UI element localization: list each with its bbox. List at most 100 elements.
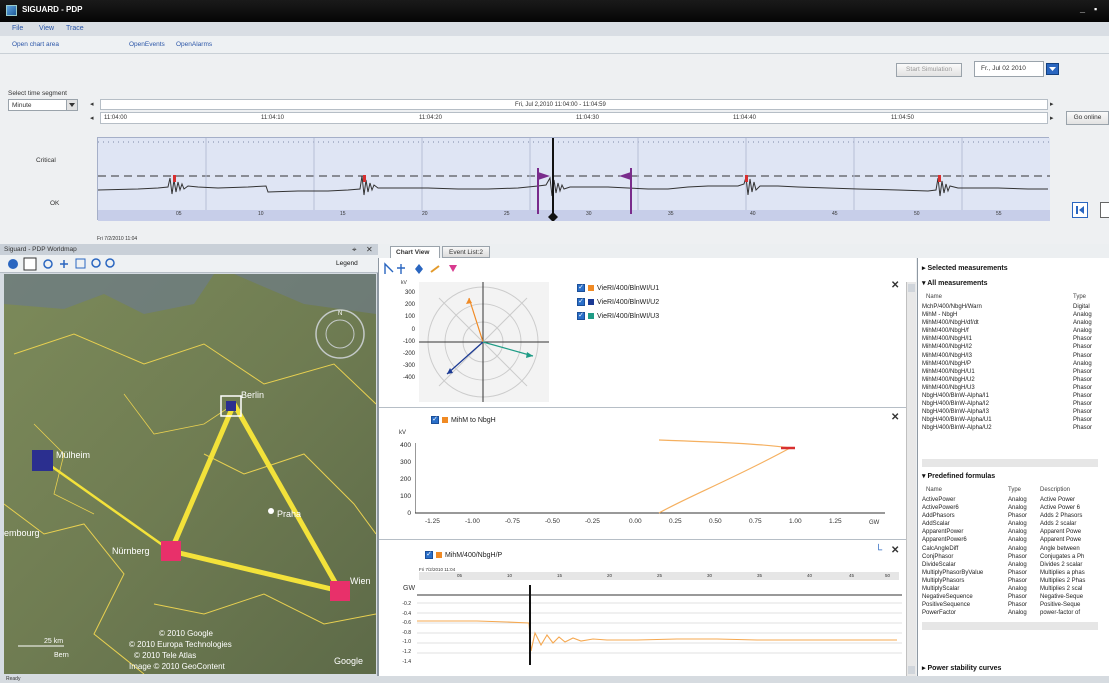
table-row[interactable]: MihM - NbgH Analog <box>922 311 1098 319</box>
x-tick: 50 <box>885 573 891 578</box>
table-row[interactable]: MultiplyPhasorByValue Phasor Multiplies a … <box>922 569 1102 577</box>
scroll-up-icon[interactable] <box>908 284 915 292</box>
col-name[interactable]: Name <box>926 294 942 300</box>
ticks-left-arrow[interactable]: ◂ <box>90 114 94 122</box>
all-measurements-header[interactable]: ▾ All measurements <box>922 279 988 287</box>
open-chart-area-link[interactable]: Open chart area <box>12 41 59 48</box>
table-row[interactable]: NbgH/400/BlnW-Alpha/U1 Phasor <box>922 416 1098 424</box>
calendar-dropdown-icon[interactable] <box>1046 63 1059 75</box>
table-row[interactable]: MihM/400/NbgH/U2 Phasor <box>922 376 1098 384</box>
formula-name: ActivePower <box>922 497 956 503</box>
table-row[interactable]: MultiplyScalar Analog Multiplies 2 scal <box>922 585 1102 593</box>
table-row[interactable]: ApparentPower6 Analog Apparent Powe <box>922 536 1102 544</box>
menu-file[interactable]: File <box>12 25 23 32</box>
col-description[interactable]: Description <box>1040 487 1070 493</box>
close-trajectory-icon[interactable]: ✕ <box>891 412 899 423</box>
next-button[interactable] <box>1100 202 1109 218</box>
table-row[interactable]: PowerFactor Analog power-factor of <box>922 609 1102 617</box>
table-row[interactable]: AddPhasors Phasor Adds 2 Phasors <box>922 512 1102 520</box>
selected-measurements-header[interactable]: ▸ Selected measurements <box>922 264 1008 272</box>
timeline-right-arrow[interactable]: ▸ <box>1050 100 1054 108</box>
col-type[interactable]: Type <box>1073 294 1086 300</box>
time-segment-select[interactable]: Minute <box>8 99 78 111</box>
formulas-list[interactable]: ActivePower Analog Active Power ActivePower… <box>922 496 1102 617</box>
table-row[interactable]: MihM/400/NbgH/df/dt Analog <box>922 319 1098 327</box>
close-icon[interactable]: ✕ <box>366 245 373 254</box>
table-row[interactable]: NbgH/400/BlnW-Alpha/I2 Phasor <box>922 400 1098 408</box>
legend-item[interactable]: ✓ VieRI/400/BlnWI/U1 <box>577 284 659 298</box>
power-legend[interactable]: ✓ MihM/400/NbgH/P <box>425 551 502 559</box>
table-row[interactable]: MultiplyPhasors Phasor Multiplies 2 Phas <box>922 577 1102 585</box>
time-segment-value: Minute <box>12 102 32 109</box>
maximize-button[interactable]: ▪ <box>1094 4 1097 14</box>
table-row[interactable]: MchP/400/NbgH/Warn Digital <box>922 303 1098 311</box>
table-row[interactable]: MihM/400/NbgH/U3 Phasor <box>922 384 1098 392</box>
formula-name: PositiveSequence <box>922 602 971 609</box>
open-events-link[interactable]: OpenEvents <box>129 41 165 48</box>
table-row[interactable]: MihM/400/NbgH/f Analog <box>922 327 1098 335</box>
table-row[interactable]: PositiveSequence Phasor Positive-Seque <box>922 601 1102 609</box>
table-row[interactable]: ActivePower6 Analog Active Power 6 <box>922 504 1102 512</box>
chart-type-icon[interactable]: └ <box>875 545 882 556</box>
table-row[interactable]: NegativeSequence Phasor Negative-Seque <box>922 593 1102 601</box>
legend-button[interactable]: Legend <box>336 260 358 267</box>
measurements-hscroll[interactable] <box>922 459 1098 467</box>
power-stability-header[interactable]: ▸ Power stability curves <box>922 664 1001 672</box>
pin-icon[interactable]: ⌖ <box>352 245 357 255</box>
col-name[interactable]: Name <box>926 487 942 493</box>
table-row[interactable]: NbgH/400/BlnW-Alpha/I3 Phasor <box>922 408 1098 416</box>
map-view[interactable]: N Berlin Mülheim Praha Wien Nürnberg emb… <box>4 274 376 674</box>
open-alarms-link[interactable]: OpenAlarms <box>176 41 212 48</box>
table-row[interactable]: MihM/400/NbgH/I2 Phasor <box>922 343 1098 351</box>
table-row[interactable]: ApparentPower Analog Apparent Powe <box>922 528 1102 536</box>
x-tick: 45 <box>849 573 855 578</box>
y-tick: -100 <box>402 338 415 345</box>
col-type[interactable]: Type <box>1008 487 1021 493</box>
menu-view[interactable]: View <box>39 25 54 32</box>
formula-description: Multiplies a phas <box>1040 569 1085 576</box>
y-tick: 100 <box>404 314 415 321</box>
table-row[interactable]: MihM/400/NbgH/P Analog <box>922 360 1098 368</box>
close-power-icon[interactable]: ✕ <box>891 545 899 556</box>
city-label: Mülheim <box>56 450 91 460</box>
timeline-left-arrow[interactable]: ◂ <box>90 100 94 108</box>
x-tick: -0.50 <box>545 518 560 525</box>
table-row[interactable]: ActivePower Analog Active Power <box>922 496 1102 504</box>
map-tools[interactable] <box>6 256 136 272</box>
formulas-hscroll[interactable] <box>922 622 1098 630</box>
go-online-button[interactable]: Go online <box>1066 111 1109 125</box>
close-phasor-icon[interactable]: ✕ <box>891 280 899 291</box>
table-row[interactable]: MihM/400/NbgH/U1 Phasor <box>922 368 1098 376</box>
table-row[interactable]: NbgH/400/BlnW-Alpha/U2 Phasor <box>922 424 1098 432</box>
legend-item[interactable]: ✓ VieRI/400/BlnWI/U2 <box>577 298 659 312</box>
predefined-formulas-header[interactable]: ▾ Predefined formulas <box>922 472 995 480</box>
table-row[interactable]: ConjPhasor Phasor Conjugates a Ph <box>922 553 1102 561</box>
legend-item[interactable]: ✓ VieRI/400/BlnWI/U3 <box>577 312 659 326</box>
compass-label: N <box>338 311 343 317</box>
table-row[interactable]: MihM/400/NbgH/I1 Phasor <box>922 335 1098 343</box>
tab-chart-view[interactable]: Chart View <box>390 246 440 258</box>
table-row[interactable]: CalcAngleDiff Analog Angle between <box>922 545 1102 553</box>
table-row[interactable]: NbgH/400/BlnW-Alpha/I1 Phasor <box>922 392 1098 400</box>
formula-description: Divides 2 scalar <box>1040 561 1083 568</box>
date-picker[interactable]: Fr., Jul 02 2010 <box>974 61 1044 77</box>
scroll-down-icon[interactable] <box>908 666 915 674</box>
y-tick: 100 <box>400 493 411 500</box>
overview-chart[interactable]: 05 10 15 20 25 30 35 40 45 50 55 <box>97 137 1050 222</box>
crosshair-icon <box>60 260 68 268</box>
skip-start-button[interactable] <box>1072 202 1088 218</box>
chart-toolbar[interactable] <box>383 262 473 276</box>
table-row[interactable]: MihM/400/NbgH/I3 Phasor <box>922 352 1098 360</box>
minimize-button[interactable]: _ <box>1080 4 1085 14</box>
ticks-right-arrow[interactable]: ▸ <box>1050 114 1054 122</box>
measurements-list[interactable]: MchP/400/NbgH/Warn Digital MihM - NbgH Anal… <box>922 303 1098 433</box>
trajectory-legend[interactable]: ✓ MihM to NbgH <box>431 416 496 424</box>
table-row[interactable]: DivideScalar Analog Divides 2 scalar <box>922 561 1102 569</box>
formula-description: Apparent Powe <box>1040 537 1082 544</box>
menu-trace[interactable]: Trace <box>66 25 84 32</box>
copyright-line: © 2010 Europa Technologies <box>129 640 232 649</box>
chart-scrollbar[interactable] <box>906 282 916 676</box>
start-simulation-button[interactable]: Start Simulation <box>896 63 962 77</box>
tab-event-list[interactable]: Event List:2 <box>442 246 490 258</box>
table-row[interactable]: AddScalar Analog Adds 2 scalar <box>922 520 1102 528</box>
